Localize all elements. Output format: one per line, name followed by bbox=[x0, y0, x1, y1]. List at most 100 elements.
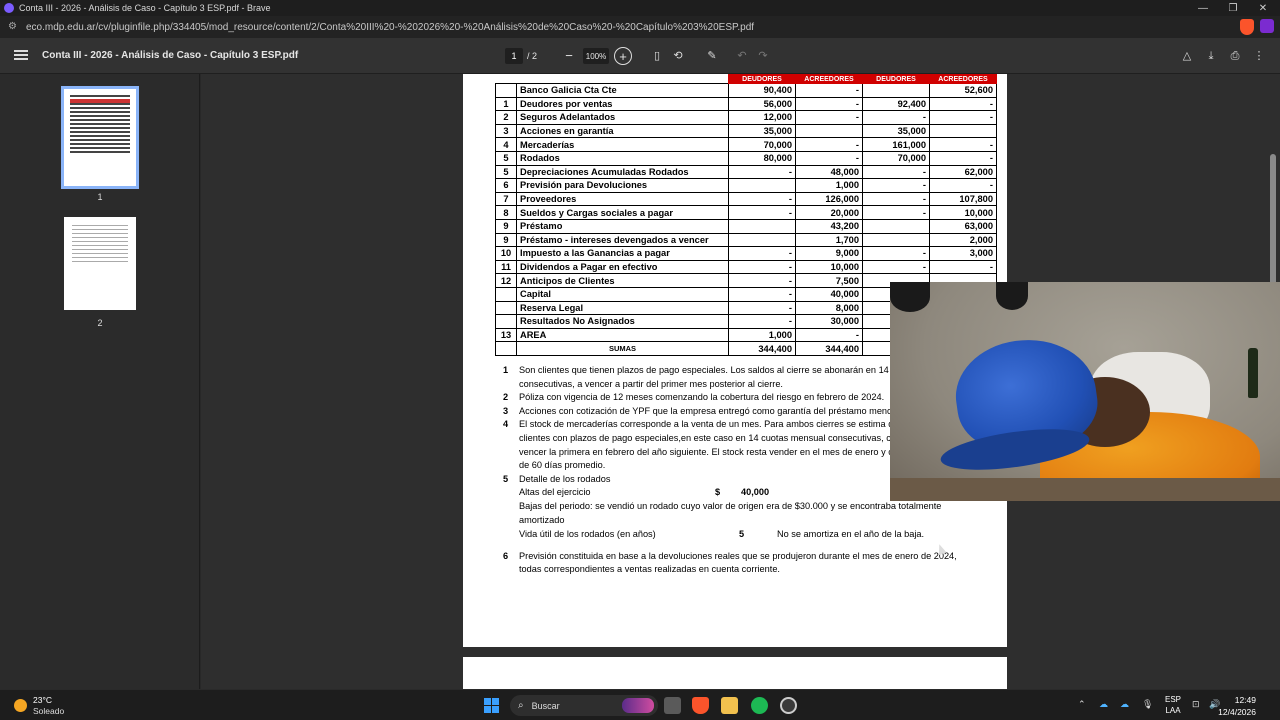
table-row: 1 Deudores por ventas 56,000-92,400- bbox=[495, 96, 997, 112]
account-name: Acciones en garantía bbox=[516, 123, 729, 139]
header-acreedores-2: ACREEDORES bbox=[929, 74, 997, 84]
sidebar-menu-icon[interactable] bbox=[14, 48, 28, 62]
print-icon[interactable]: ⎙ bbox=[1228, 49, 1242, 63]
deudores-2-value: - bbox=[862, 164, 930, 180]
zoom-out-button[interactable]: − bbox=[562, 48, 576, 63]
app-icon[interactable] bbox=[780, 697, 797, 714]
brave-rewards-icon[interactable] bbox=[1260, 19, 1274, 33]
site-info-icon[interactable]: ⚙ bbox=[8, 21, 20, 33]
vida-line: Vida útil de los rodados (en años) 5 No se… bbox=[519, 528, 973, 542]
page-number-input[interactable]: 1 bbox=[505, 48, 523, 64]
page-thumbnail-2[interactable] bbox=[64, 217, 136, 310]
deudores-2-value: - bbox=[862, 110, 930, 125]
row-number: 9 bbox=[495, 232, 517, 248]
webcam-overlay[interactable] bbox=[890, 282, 1280, 501]
sumas-a1: 344,400 bbox=[795, 341, 863, 356]
account-name: Deudores por ventas bbox=[516, 96, 729, 112]
deudores-1-value: - bbox=[728, 205, 796, 220]
download-icon[interactable]: ⤓ bbox=[1204, 49, 1218, 63]
acreedores-1-value: 1,000 bbox=[795, 178, 863, 193]
row-number: 4 bbox=[495, 137, 517, 152]
header-blank bbox=[495, 74, 517, 84]
account-name: Impuesto a las Ganancias a pagar bbox=[516, 246, 729, 261]
taskbar: 23°C Soleado ⌕ Buscar ⌃ ☁ ☁ 🎙 ESP LAA ⊡ … bbox=[0, 689, 1280, 720]
deudores-1-value: 56,000 bbox=[728, 96, 796, 112]
acreedores-1-value: - bbox=[795, 83, 863, 98]
acreedores-1-value: 1,700 bbox=[795, 232, 863, 248]
webcam-shelf bbox=[890, 478, 1280, 501]
deudores-1-value: - bbox=[728, 164, 796, 180]
rotate-icon[interactable]: ⟲ bbox=[671, 49, 685, 63]
fit-page-icon[interactable]: ▯ bbox=[650, 49, 664, 63]
close-button[interactable]: ✕ bbox=[1248, 0, 1278, 16]
row-number: 1 bbox=[495, 96, 517, 112]
system-clock[interactable]: 12:49 12/4/2026 bbox=[1218, 694, 1256, 718]
altas-value: 40,000 bbox=[741, 487, 770, 498]
address-bar[interactable]: ⚙ eco.mdp.edu.ar/cv/pluginfile.php/33440… bbox=[0, 16, 1280, 38]
thumbnail-header-bar bbox=[70, 99, 130, 103]
acreedores-1-value: - bbox=[795, 150, 863, 166]
windows-start-icon[interactable] bbox=[484, 698, 499, 713]
layout-code: LAA bbox=[1165, 706, 1181, 715]
deudores-2-value: - bbox=[862, 191, 930, 207]
search-placeholder: Buscar bbox=[531, 700, 560, 711]
deudores-1-value: 35,000 bbox=[728, 123, 796, 139]
microphone-icon[interactable]: 🎙 bbox=[1142, 699, 1153, 710]
page-thumbnail-1[interactable] bbox=[61, 86, 139, 189]
acreedores-1-value: - bbox=[795, 137, 863, 152]
sumas-blank bbox=[495, 341, 517, 356]
brave-shields-icon[interactable] bbox=[1240, 19, 1254, 35]
table-header-row: DEUDORES ACREEDORES DEUDORES ACREEDORES bbox=[495, 74, 997, 84]
account-name: Mercaderías bbox=[516, 137, 729, 152]
cloud-sync-icon[interactable]: ☁ bbox=[1120, 699, 1129, 710]
row-number: 12 bbox=[495, 273, 517, 288]
vida-value: 5 bbox=[739, 529, 745, 540]
note-text: Previsión constituida en base a la devol… bbox=[519, 550, 957, 575]
task-view-icon[interactable] bbox=[664, 697, 681, 714]
minimize-button[interactable]: — bbox=[1188, 0, 1218, 16]
acreedores-1-value bbox=[795, 123, 863, 139]
account-name: Previsión para Devoluciones bbox=[516, 178, 729, 193]
url-text[interactable]: eco.mdp.edu.ar/cv/pluginfile.php/334405/… bbox=[26, 22, 754, 33]
file-explorer-icon[interactable] bbox=[721, 697, 738, 714]
language-indicator[interactable]: ESP LAA bbox=[1165, 694, 1181, 716]
more-options-icon[interactable]: ⋮ bbox=[1252, 49, 1266, 63]
table-row: 3 Acciones en garantía 35,000 35,000 bbox=[495, 123, 997, 139]
annotate-icon[interactable]: ✎ bbox=[705, 49, 719, 63]
account-name: Préstamo - intereses devengados a vencer bbox=[516, 232, 729, 248]
zoom-level-input[interactable]: 100% bbox=[583, 48, 609, 64]
account-name: Banco Galicia Cta Cte bbox=[516, 83, 729, 98]
network-icon[interactable]: ⊡ bbox=[1192, 699, 1200, 710]
thumbnail-sidebar: 1 2 bbox=[0, 74, 200, 689]
window-title: Conta III - 2026 - Análisis de Caso - Ca… bbox=[19, 3, 271, 13]
account-name: Rodados bbox=[516, 150, 729, 166]
weather-temperature[interactable]: 23°C bbox=[33, 695, 52, 705]
row-number bbox=[495, 83, 517, 98]
taskbar-search[interactable]: ⌕ Buscar bbox=[510, 695, 658, 716]
sun-weather-icon[interactable] bbox=[14, 699, 27, 712]
deudores-1-value: 80,000 bbox=[728, 150, 796, 166]
weather-description[interactable]: Soleado bbox=[33, 706, 64, 716]
restore-button[interactable]: ❐ bbox=[1218, 0, 1248, 16]
acreedores-2-value bbox=[929, 123, 997, 139]
zoom-in-button[interactable]: + bbox=[614, 47, 632, 65]
drive-save-icon[interactable]: △ bbox=[1180, 49, 1194, 63]
note-text: Acciones con cotización de YPF que la em… bbox=[519, 405, 902, 416]
deudores-1-value: 1,000 bbox=[728, 327, 796, 343]
account-name: Proveedores bbox=[516, 191, 729, 207]
deudores-1-value: - bbox=[728, 286, 796, 302]
acreedores-2-value: - bbox=[929, 178, 997, 193]
tray-chevron-icon[interactable]: ⌃ bbox=[1078, 699, 1086, 710]
redo-icon[interactable]: ↷ bbox=[756, 49, 770, 63]
brave-app-icon[interactable] bbox=[692, 697, 709, 714]
deudores-1-value: - bbox=[728, 246, 796, 261]
acreedores-1-value: 10,000 bbox=[795, 259, 863, 275]
undo-icon[interactable]: ↶ bbox=[735, 49, 749, 63]
spotify-icon[interactable] bbox=[751, 697, 768, 714]
bajas-text: Bajas del periodo: se vendió un rodado c… bbox=[519, 500, 942, 525]
acreedores-2-value: 63,000 bbox=[929, 218, 997, 234]
account-name: Sueldos y Cargas sociales a pagar bbox=[516, 205, 729, 220]
onedrive-icon[interactable]: ☁ bbox=[1099, 699, 1108, 710]
sumas-label: SUMAS bbox=[516, 341, 729, 356]
acreedores-1-value: - bbox=[795, 110, 863, 125]
